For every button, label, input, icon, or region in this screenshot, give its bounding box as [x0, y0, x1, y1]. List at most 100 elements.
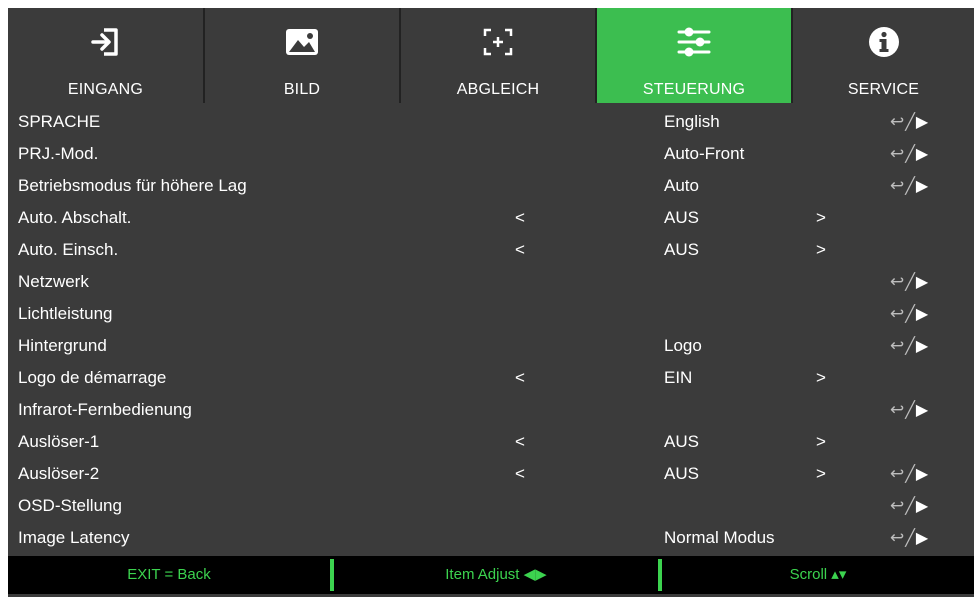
- play-icon: ▶: [915, 466, 928, 483]
- enter-submenu-icon[interactable]: ↩ ╱ ▶: [890, 528, 928, 548]
- tab-label: BILD: [283, 81, 321, 98]
- enter-submenu-icon[interactable]: ↩ ╱ ▶: [890, 112, 928, 132]
- menu-row-value: Auto: [664, 176, 699, 195]
- decrease-arrow[interactable]: <: [515, 240, 525, 260]
- play-icon: ▶: [915, 146, 928, 163]
- slash-icon: ╱: [905, 274, 915, 291]
- menu-row-value: Normal Modus: [664, 528, 775, 547]
- menu-row-value: AUS: [664, 432, 699, 451]
- menu-row[interactable]: Betriebsmodus für höhere Lag Auto ↩ ╱ ▶: [8, 170, 974, 202]
- tab-eingang[interactable]: EINGANG: [8, 8, 205, 103]
- decrease-arrow[interactable]: <: [515, 368, 525, 388]
- menu-row[interactable]: SPRACHE English ↩ ╱ ▶: [8, 106, 974, 138]
- play-icon: ▶: [915, 306, 928, 323]
- enter-submenu-icon[interactable]: ↩ ╱ ▶: [890, 304, 928, 324]
- menu-row[interactable]: OSD-Stellung ↩ ╱ ▶: [8, 490, 974, 522]
- menu-row-value: AUS: [664, 208, 699, 227]
- menu-row-label: Lichtleistung: [18, 304, 113, 323]
- return-icon: ↩: [890, 400, 904, 419]
- menu-row[interactable]: Auto. Abschalt. < AUS >: [8, 202, 974, 234]
- enter-submenu-icon[interactable]: ↩ ╱ ▶: [890, 144, 928, 164]
- enter-submenu-icon[interactable]: ↩ ╱ ▶: [890, 272, 928, 292]
- decrease-arrow[interactable]: <: [515, 208, 525, 228]
- play-icon: ▶: [915, 274, 928, 291]
- slash-icon: ╱: [905, 498, 915, 515]
- return-icon: ↩: [890, 528, 904, 547]
- menu-row-label: Hintergrund: [18, 336, 107, 355]
- menu-row-label: Betriebsmodus für höhere Lag: [18, 176, 247, 195]
- increase-arrow[interactable]: >: [816, 368, 826, 388]
- menu-row[interactable]: Auslöser-2 < AUS > ↩ ╱ ▶: [8, 458, 974, 490]
- slash-icon: ╱: [905, 178, 915, 195]
- increase-arrow[interactable]: >: [816, 432, 826, 452]
- return-icon: ↩: [890, 272, 904, 291]
- slash-icon: ╱: [905, 402, 915, 419]
- menu-row-label: Auto. Einsch.: [18, 240, 119, 259]
- return-icon: ↩: [890, 464, 904, 483]
- menu-row-value: EIN: [664, 368, 693, 387]
- enter-submenu-icon[interactable]: ↩ ╱ ▶: [890, 464, 928, 484]
- menu-row[interactable]: Image Latency Normal Modus ↩ ╱ ▶: [8, 522, 974, 554]
- menu-row[interactable]: PRJ.-Mod. Auto-Front ↩ ╱ ▶: [8, 138, 974, 170]
- menu-row[interactable]: Logo de démarrage < EIN >: [8, 362, 974, 394]
- menu-row[interactable]: Auto. Einsch. < AUS >: [8, 234, 974, 266]
- play-icon: ▶: [915, 402, 928, 419]
- menu-row[interactable]: Auslöser-1 < AUS >: [8, 426, 974, 458]
- tab-label: ABGLEICH: [456, 81, 540, 98]
- menu-row-value: AUS: [664, 464, 699, 483]
- enter-submenu-icon[interactable]: ↩ ╱ ▶: [890, 400, 928, 420]
- decrease-arrow[interactable]: <: [515, 432, 525, 452]
- footer-hints: EXIT = Back Item Adjust ◀▶ Scroll ▴▾: [8, 556, 974, 594]
- decrease-arrow[interactable]: <: [515, 464, 525, 484]
- slash-icon: ╱: [905, 306, 915, 323]
- menu-row-label: Auslöser-1: [18, 432, 100, 451]
- tab-label: EINGANG: [67, 81, 144, 98]
- menu-row[interactable]: Netzwerk ↩ ╱ ▶: [8, 266, 974, 298]
- enter-submenu-icon[interactable]: ↩ ╱ ▶: [890, 176, 928, 196]
- tab-service[interactable]: SERVICE: [793, 8, 974, 103]
- return-icon: ↩: [890, 496, 904, 515]
- menu-row-value: Auto-Front: [664, 144, 745, 163]
- enter-submenu-icon[interactable]: ↩ ╱ ▶: [890, 336, 928, 356]
- menu-row-value: English: [664, 112, 720, 131]
- return-icon: ↩: [890, 144, 904, 163]
- menu-row-value: Logo: [664, 336, 702, 355]
- slash-icon: ╱: [905, 146, 915, 163]
- settings-list: SPRACHE English ↩ ╱ ▶ PRJ.-Mod. Auto-Front ↩ ╱ ▶ B…: [8, 106, 974, 554]
- enter-submenu-icon[interactable]: ↩ ╱ ▶: [890, 496, 928, 516]
- menu-row-value: AUS: [664, 240, 699, 259]
- tab-label: SERVICE: [847, 81, 920, 98]
- return-icon: ↩: [890, 304, 904, 323]
- play-icon: ▶: [915, 498, 928, 515]
- menu-row-label: PRJ.-Mod.: [18, 144, 99, 163]
- scroll-hint: Scroll ▴▾: [789, 566, 847, 583]
- osd-menu: EINGANG BILD ABGLEICH STEUERUNG SERVICE …: [8, 8, 974, 597]
- slash-icon: ╱: [905, 338, 915, 355]
- menu-row-label: Netzwerk: [18, 272, 89, 291]
- menu-row-label: Infrarot-Fernbedienung: [18, 400, 192, 419]
- menu-row[interactable]: Hintergrund Logo ↩ ╱ ▶: [8, 330, 974, 362]
- menu-row[interactable]: Infrarot-Fernbedienung ↩ ╱ ▶: [8, 394, 974, 426]
- tab-bar: EINGANG BILD ABGLEICH STEUERUNG SERVICE: [8, 8, 974, 103]
- tab-bild[interactable]: BILD: [205, 8, 401, 103]
- menu-row-label: Logo de démarrage: [18, 368, 167, 387]
- menu-row-label: OSD-Stellung: [18, 496, 122, 515]
- alignment-icon: [483, 28, 513, 56]
- increase-arrow[interactable]: >: [816, 240, 826, 260]
- play-icon: ▶: [915, 338, 928, 355]
- slash-icon: ╱: [905, 466, 915, 483]
- tab-abgleich[interactable]: ABGLEICH: [401, 8, 597, 103]
- menu-row[interactable]: Lichtleistung ↩ ╱ ▶: [8, 298, 974, 330]
- menu-row-label: Auto. Abschalt.: [18, 208, 132, 227]
- image-icon: [286, 29, 318, 55]
- tab-label: STEUERUNG: [642, 81, 746, 98]
- sliders-icon: [677, 27, 711, 57]
- menu-row-label: Image Latency: [18, 528, 130, 547]
- item-adjust-hint: Item Adjust ◀▶: [445, 566, 547, 583]
- tab-steuerung[interactable]: STEUERUNG: [597, 8, 793, 103]
- increase-arrow[interactable]: >: [816, 464, 826, 484]
- exit-back-hint: EXIT = Back: [127, 566, 211, 583]
- increase-arrow[interactable]: >: [816, 208, 826, 228]
- menu-row-label: SPRACHE: [18, 112, 101, 131]
- slash-icon: ╱: [905, 114, 915, 131]
